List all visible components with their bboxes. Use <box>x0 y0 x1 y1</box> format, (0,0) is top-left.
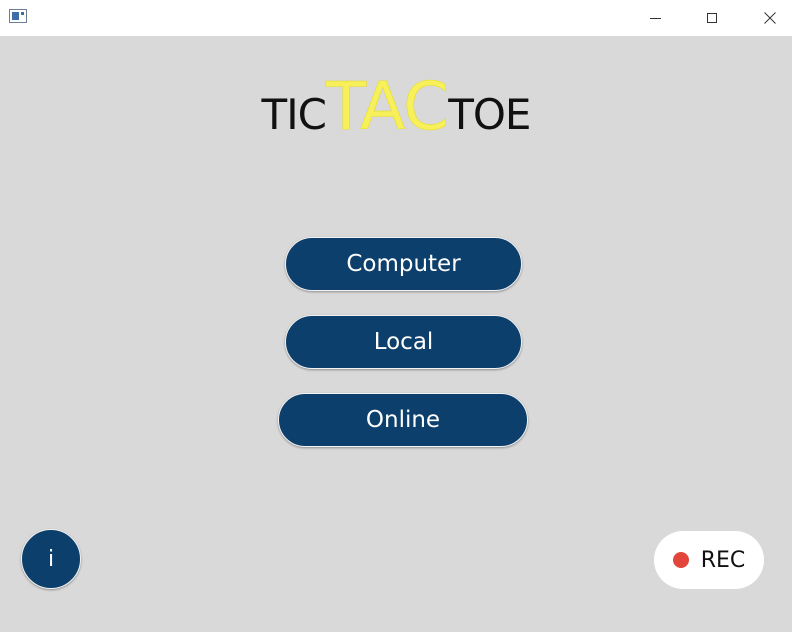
info-button[interactable]: i <box>21 529 81 589</box>
close-icon <box>764 12 776 24</box>
title-tac: TAC <box>325 68 450 146</box>
online-button-label: Online <box>365 407 441 433</box>
local-button[interactable]: Local <box>285 315 522 369</box>
computer-button[interactable]: Computer <box>285 237 522 291</box>
minimize-icon <box>649 17 661 19</box>
minimize-button[interactable] <box>626 0 684 36</box>
app-icon <box>9 9 27 23</box>
close-button[interactable] <box>741 0 792 36</box>
title-toe: TOE <box>448 90 531 139</box>
record-label: REC <box>700 547 746 573</box>
info-icon: i <box>47 546 55 572</box>
record-button[interactable]: REC <box>654 531 764 589</box>
title-tic: TIC <box>261 90 327 139</box>
window-titlebar <box>0 0 792 36</box>
online-button[interactable]: Online <box>278 393 528 447</box>
maximize-icon <box>707 13 717 23</box>
computer-button-label: Computer <box>346 251 461 277</box>
game-title: TICTACTOE <box>0 68 792 146</box>
maximize-button[interactable] <box>683 0 741 36</box>
local-button-label: Local <box>373 329 434 355</box>
record-dot-icon <box>672 552 689 568</box>
